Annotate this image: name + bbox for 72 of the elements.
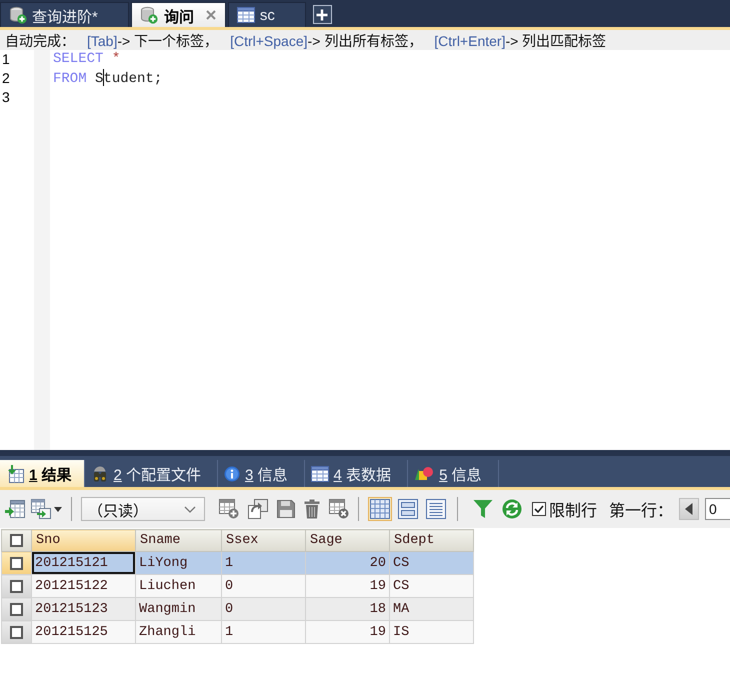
select-all-checkbox[interactable]	[10, 534, 23, 547]
form-icon	[398, 499, 418, 519]
editor-tab[interactable]: 查询进阶*	[0, 2, 129, 27]
table-row[interactable]: 201215121 LiYong 1 20 CS	[2, 552, 474, 574]
first-row-label: 第一行：	[609, 501, 673, 521]
hint-label: 自动完成：	[5, 32, 75, 50]
table-row[interactable]: 201215122 Liuchen 0 19 CS	[2, 574, 474, 598]
table-cell: IS	[390, 620, 474, 644]
checkbox-label[interactable]: 限制行	[549, 497, 597, 521]
shortcut-hint: [Ctrl+Space]-> 列出所有标签，	[230, 32, 422, 50]
line-number: 2	[1, 69, 10, 88]
row-checkbox[interactable]	[10, 626, 23, 638]
table-cross-icon[interactable]	[329, 499, 349, 519]
row-checkbox[interactable]	[10, 556, 23, 570]
table-cell: Zhangli	[136, 620, 222, 644]
filter-icon[interactable]	[473, 499, 493, 519]
table-cell: 1	[222, 620, 306, 644]
shortcut-hint: [Ctrl+Enter]-> 列出匹配标签	[434, 32, 606, 50]
row-header[interactable]	[2, 620, 32, 644]
column-header[interactable]: Sno	[32, 530, 136, 552]
table-cell: 201215121	[32, 552, 136, 574]
plus-icon	[316, 8, 328, 20]
database-plus-icon	[140, 6, 158, 24]
mode-dropdown[interactable]: （只读）	[81, 497, 205, 521]
table-cell: 19	[306, 620, 390, 644]
table-cell: 201215125	[32, 620, 136, 644]
table-arrow-icon[interactable]	[5, 499, 25, 519]
result-tab[interactable]: 1 结果	[0, 460, 85, 487]
trash-icon[interactable]	[304, 499, 320, 519]
refresh-icon[interactable]	[502, 499, 522, 519]
table-arrow-icon	[31, 499, 51, 519]
row-checkbox[interactable]	[10, 602, 23, 616]
info-icon	[224, 466, 240, 482]
row-header[interactable]	[2, 598, 32, 620]
editor-tab[interactable]: sc	[228, 2, 306, 27]
caret-icon	[54, 506, 62, 512]
table-row[interactable]: 201215125 Zhangli 1 19 IS	[2, 620, 474, 644]
new-tab-button[interactable]	[312, 5, 332, 24]
checkbox[interactable]	[532, 502, 546, 516]
column-header[interactable]: Sage	[306, 530, 390, 552]
lines-icon	[426, 499, 446, 519]
table-menu-button[interactable]	[31, 499, 62, 519]
row-checkbox[interactable]	[10, 580, 23, 592]
database-plus-icon	[9, 6, 27, 24]
column-header[interactable]: Ssex	[222, 530, 306, 552]
previous-button[interactable]	[679, 498, 699, 520]
grid-view-button[interactable]	[368, 497, 392, 521]
row-header[interactable]	[2, 552, 32, 574]
first-row-field[interactable]: 0	[705, 498, 730, 520]
shortcut-hint: [Tab]-> 下一个标签，	[87, 32, 218, 50]
line-number: 1	[1, 50, 10, 69]
save-icon[interactable]	[277, 500, 295, 518]
table-plus-icon[interactable]	[219, 499, 239, 519]
table-arrow-icon	[6, 464, 24, 482]
close-icon[interactable]	[206, 10, 216, 20]
line-number: 3	[1, 88, 10, 107]
table-icon	[310, 466, 329, 482]
shapes-icon	[414, 466, 434, 482]
copy-icon[interactable]	[248, 499, 268, 519]
table-icon	[236, 7, 255, 23]
row-header[interactable]	[2, 574, 32, 598]
chevron-down-icon	[184, 506, 196, 512]
column-header[interactable]: Sname	[136, 530, 222, 552]
form-view-button[interactable]	[396, 497, 420, 521]
editor-tab[interactable]: 询问	[130, 2, 226, 27]
code-line: SELECT *	[53, 50, 120, 69]
grid-icon	[370, 499, 390, 519]
table-row[interactable]: 201215123 Wangmin 0 18 MA	[2, 598, 474, 620]
code-line: FROM Student;	[53, 69, 162, 88]
column-header[interactable]: Sdept	[390, 530, 474, 552]
triangle-left-icon	[685, 503, 693, 515]
text-view-button[interactable]	[424, 497, 448, 521]
